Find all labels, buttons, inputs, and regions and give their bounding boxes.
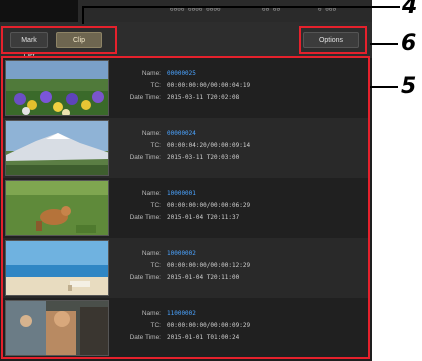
status-bar: 0000 0000 0000 00 00 0 000: [0, 0, 372, 22]
callout-line-4: [82, 6, 400, 8]
callout-line-6: [370, 43, 398, 45]
callout-number-6: 6: [401, 31, 417, 56]
highlight-box-options: [299, 26, 367, 54]
status-bar-block: [0, 0, 78, 22]
callout-line-4-drop: [82, 6, 84, 24]
callout-line-5: [370, 86, 398, 88]
callout-number-4: 4: [402, 0, 418, 19]
highlight-box-clip-list: [1, 56, 370, 359]
callout-number-5: 5: [401, 74, 417, 99]
highlight-box-left-buttons: [1, 26, 117, 54]
